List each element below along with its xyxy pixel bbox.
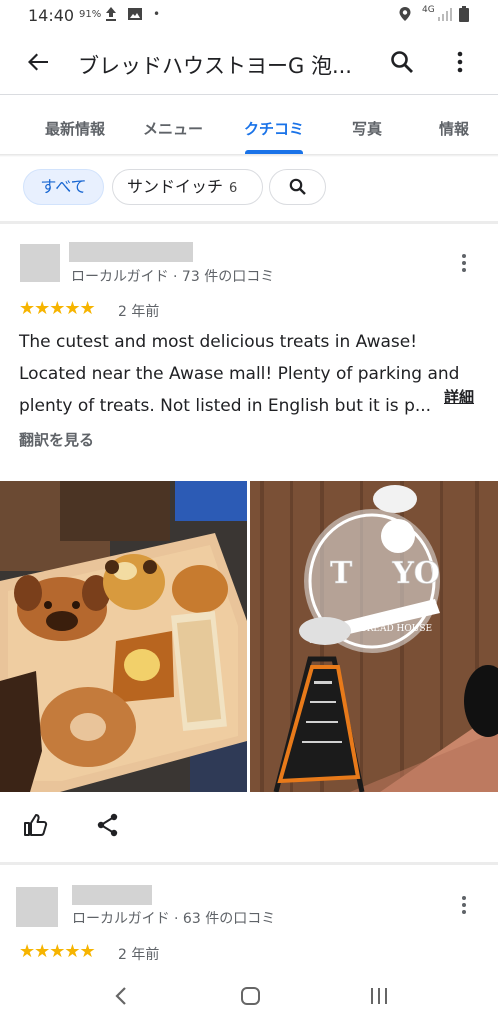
reviewer-name-redacted[interactable] bbox=[69, 242, 193, 262]
review-photo-pastries[interactable] bbox=[0, 481, 247, 792]
review-date: 2 年前 bbox=[118, 947, 160, 963]
avatar[interactable] bbox=[20, 244, 60, 282]
review-more-button[interactable] bbox=[461, 896, 467, 918]
search-icon bbox=[391, 51, 413, 73]
back-button[interactable] bbox=[24, 48, 52, 76]
review-more-link[interactable]: 詳細 bbox=[444, 386, 474, 407]
battery-percent-value: 91 bbox=[79, 9, 92, 20]
storefront-photo-image: T YO BREAD HOUSE bbox=[250, 481, 498, 792]
status-time: 14:40 bbox=[28, 6, 75, 25]
tab-latest[interactable]: 最新情報 bbox=[45, 118, 105, 139]
signal-icon bbox=[437, 6, 453, 26]
translate-button[interactable]: 翻訳を見る bbox=[19, 429, 94, 450]
filter-chip-sandwich-count: 6 bbox=[229, 181, 238, 196]
search-button[interactable] bbox=[388, 48, 416, 76]
arrow-back-icon bbox=[28, 53, 48, 71]
review-text-line: plenty of treats. Not listed in English … bbox=[19, 396, 432, 416]
star-rating: ★★★★★ bbox=[19, 298, 96, 319]
filter-chip-all[interactable]: すべて bbox=[23, 169, 104, 205]
like-button[interactable] bbox=[22, 812, 50, 840]
filter-chip-sandwich[interactable]: サンドイッチ 6 bbox=[112, 169, 263, 205]
share-button[interactable] bbox=[95, 812, 123, 840]
section-separator bbox=[0, 221, 498, 224]
notification-dot: • bbox=[153, 7, 161, 21]
section-separator bbox=[0, 862, 498, 865]
review-text-line: Located near the Awase mall! Plenty of p… bbox=[19, 364, 460, 384]
filter-chip-all-label: すべて bbox=[40, 177, 87, 196]
tabs-shadow bbox=[0, 154, 498, 157]
reviewer-name-redacted[interactable] bbox=[72, 885, 152, 905]
nav-recents-button[interactable] bbox=[364, 981, 394, 1011]
more-vert-icon bbox=[457, 51, 463, 73]
nav-home-button[interactable] bbox=[236, 981, 266, 1011]
home-icon bbox=[241, 987, 260, 1005]
nav-back-button[interactable] bbox=[106, 981, 136, 1011]
status-bar: 14:40 91% • 4G bbox=[0, 0, 498, 32]
network-type: 4G bbox=[422, 5, 435, 15]
review-more-button[interactable] bbox=[461, 254, 467, 276]
review-text-line: The cutest and most delicious treats in … bbox=[19, 332, 418, 352]
review-date: 2 年前 bbox=[118, 304, 160, 320]
tab-photos[interactable]: 写真 bbox=[352, 118, 382, 139]
thumb-up-icon bbox=[24, 814, 48, 836]
more-options-button[interactable] bbox=[446, 48, 474, 76]
tab-info[interactable]: 情報 bbox=[439, 118, 469, 139]
app-bar: ブレッドハウストヨーG 泡... bbox=[0, 34, 498, 92]
search-icon bbox=[289, 178, 306, 195]
reviewer-meta: ローカルガイド · 73 件の口コミ bbox=[71, 269, 275, 285]
filter-search-button[interactable] bbox=[269, 169, 326, 205]
avatar[interactable] bbox=[16, 887, 58, 927]
battery-icon bbox=[459, 6, 469, 26]
recents-icon bbox=[371, 988, 387, 1004]
review-photo-storefront[interactable]: T YO BREAD HOUSE bbox=[250, 481, 498, 792]
pastries-photo-image bbox=[0, 481, 247, 792]
location-icon bbox=[398, 6, 412, 26]
reviewer-meta: ローカルガイド · 63 件の口コミ bbox=[72, 911, 276, 927]
chevron-left-icon bbox=[115, 987, 126, 1005]
place-title: ブレッドハウストヨーG 泡... bbox=[78, 54, 352, 78]
tab-menu[interactable]: メニュー bbox=[143, 118, 203, 139]
tab-reviews[interactable]: クチコミ bbox=[244, 118, 304, 139]
share-icon bbox=[97, 813, 118, 837]
filter-chip-sandwich-label: サンドイッチ bbox=[127, 177, 224, 196]
system-nav-bar bbox=[0, 975, 498, 1024]
appbar-divider bbox=[0, 94, 498, 95]
review-text: The cutest and most delicious treats in … bbox=[19, 326, 489, 422]
upload-icon bbox=[104, 6, 118, 26]
sign-subtext: BREAD HOUSE bbox=[360, 624, 432, 634]
image-icon bbox=[127, 6, 143, 26]
battery-percent: 91% bbox=[79, 9, 102, 20]
tab-bar: 最新情報 メニュー クチコミ 写真 情報 bbox=[0, 96, 498, 154]
star-rating: ★★★★★ bbox=[19, 941, 96, 962]
